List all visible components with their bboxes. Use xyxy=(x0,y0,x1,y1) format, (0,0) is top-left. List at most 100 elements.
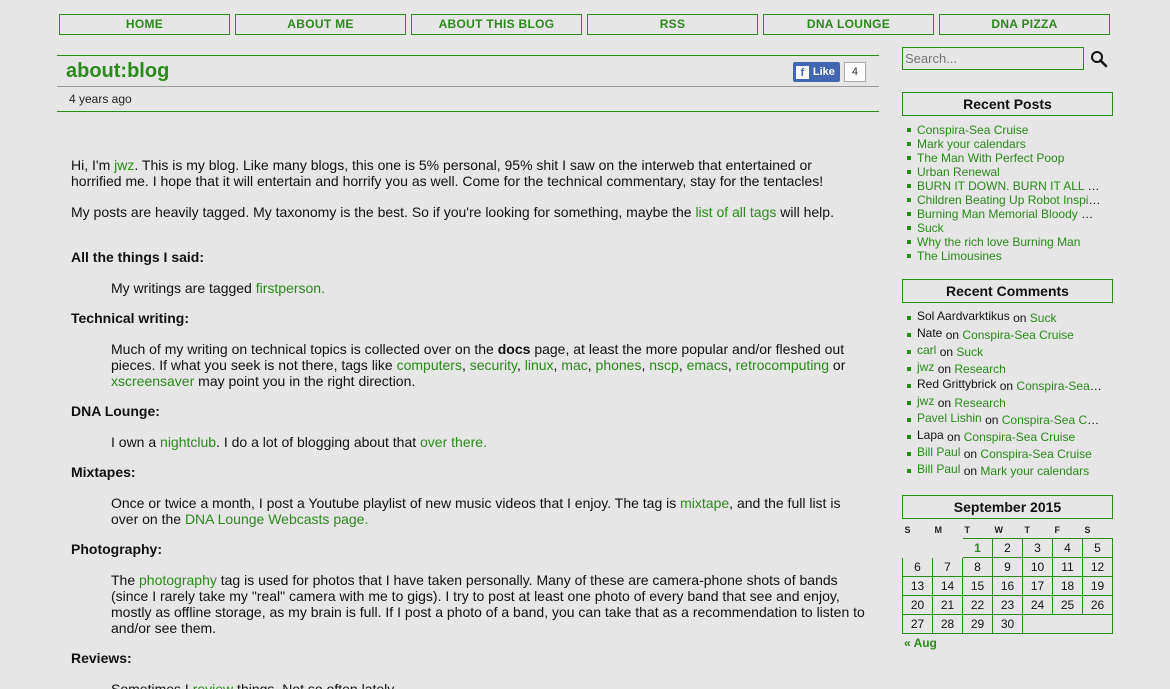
over-there-link[interactable]: over there xyxy=(420,434,483,450)
top-nav: HOME ABOUT ME ABOUT THIS BLOG RSS DNA LO… xyxy=(59,14,1110,35)
search-input[interactable] xyxy=(902,47,1084,70)
section-text-end: . xyxy=(364,511,369,527)
recent-post-link[interactable]: Children Beating Up Robot Inspire New Es… xyxy=(917,193,1103,207)
comment-on-text: on xyxy=(947,430,961,444)
tag-link-nscp[interactable]: nscp xyxy=(649,357,679,373)
calendar-heading: September 2015 xyxy=(902,495,1113,519)
section-text-end: may point you in the right direction. xyxy=(194,373,416,389)
tag-link-computers[interactable]: computers xyxy=(397,357,462,373)
search-box xyxy=(902,47,1113,70)
tag-link-xscreensaver[interactable]: xscreensaver xyxy=(111,373,194,389)
section-text: The xyxy=(111,572,140,588)
calendar-day: 4 xyxy=(1052,537,1083,558)
comment-on-text: on xyxy=(963,464,978,478)
post-title[interactable]: about:blog xyxy=(66,60,169,83)
comment-post-link[interactable]: Research xyxy=(954,396,1005,410)
calendar-day: 15 xyxy=(962,575,993,596)
calendar-day: 5 xyxy=(1082,537,1113,558)
comment-author[interactable]: jwz xyxy=(917,361,934,374)
comment-post-link[interactable]: Conspira-Sea Cruise xyxy=(962,328,1073,342)
section-text-rest: things. Not so often lately. xyxy=(233,681,398,689)
nightclub-link[interactable]: nightclub xyxy=(160,434,216,450)
post-header: about:blog f Like 4 4 years ago xyxy=(57,55,879,112)
recent-post-item: Why the rich love Burning Man xyxy=(907,235,1103,249)
comment-post-link[interactable]: Mark your calendars xyxy=(980,464,1089,478)
tag-link-emacs[interactable]: emacs xyxy=(687,357,728,373)
comment-on-text: on xyxy=(1013,311,1027,325)
recent-comment-item: Pavel Lishin on Conspira-Sea Cruise xyxy=(907,412,1103,429)
comment-post-link[interactable]: Conspira-Sea Cruise xyxy=(1016,379,1103,393)
review-link[interactable]: review xyxy=(193,681,233,689)
webcasts-page-link[interactable]: DNA Lounge Webcasts page xyxy=(185,511,365,527)
nav-home[interactable]: HOME xyxy=(59,14,230,35)
intro-paragraph: Hi, I'm jwz. This is my blog. Like many … xyxy=(71,157,865,189)
recent-post-link[interactable]: Conspira-Sea Cruise xyxy=(917,123,1028,137)
recent-comments-list: Sol Aardvarktikus on Suck Nate on Conspir… xyxy=(907,310,1113,480)
recent-post-link[interactable]: Burning Man Memorial Bloody Mary xyxy=(917,207,1103,221)
docs-label[interactable]: docs xyxy=(498,341,531,357)
sidebar: Recent Posts Conspira-Sea CruiseMark you… xyxy=(902,47,1113,650)
nav-dna-lounge[interactable]: DNA LOUNGE xyxy=(763,14,934,35)
comment-on-text: on xyxy=(945,328,960,342)
calendar-week: 12345 xyxy=(903,537,1113,558)
section-heading-things-i-said: All the things I said: xyxy=(71,249,205,265)
tag-link-retrocomputing[interactable]: retrocomputing xyxy=(736,357,829,373)
tag-link-mac[interactable]: mac xyxy=(561,357,587,373)
main-content: about:blog f Like 4 4 years ago Hi, I'm … xyxy=(57,55,879,689)
comment-author[interactable]: Bill Paul xyxy=(917,446,960,459)
tag-link-linux[interactable]: linux xyxy=(525,357,554,373)
facebook-like-button[interactable]: f Like xyxy=(792,62,840,82)
comment-author[interactable]: carl xyxy=(917,344,936,357)
comment-post-link[interactable]: Conspira-Sea Cruise xyxy=(980,447,1091,461)
section-heading-dna-lounge: DNA Lounge: xyxy=(71,403,160,419)
calendar-prev-month[interactable]: « Aug xyxy=(904,636,1113,650)
mixtape-link[interactable]: mixtape xyxy=(680,495,729,511)
recent-post-link[interactable]: Mark your calendars xyxy=(917,137,1026,151)
tag-link-phones[interactable]: phones xyxy=(596,357,642,373)
jwz-link[interactable]: jwz xyxy=(114,157,134,173)
comment-author[interactable]: jwz xyxy=(917,395,934,408)
section-text: My writings are tagged xyxy=(111,280,256,296)
nav-dna-pizza[interactable]: DNA PIZZA xyxy=(939,14,1110,35)
recent-comment-item: Bill Paul on Conspira-Sea Cruise xyxy=(907,446,1103,463)
comment-author[interactable]: Bill Paul xyxy=(917,463,960,476)
comment-on-text: on xyxy=(937,362,952,376)
recent-post-link[interactable]: BURN IT DOWN. BURN IT ALL DOWN. xyxy=(917,179,1103,193)
nav-about-this-blog[interactable]: ABOUT THIS BLOG xyxy=(411,14,582,35)
comment-author: Lapa xyxy=(917,429,944,442)
calendar-day: 7 xyxy=(932,556,963,577)
intro-text: Hi, I'm xyxy=(71,157,115,173)
calendar-day: 9 xyxy=(992,556,1023,577)
comment-post-link[interactable]: Suck xyxy=(956,345,983,359)
section-technical-writing: Much of my writing on technical topics i… xyxy=(111,341,846,389)
nav-rss[interactable]: RSS xyxy=(587,14,758,35)
firstperson-link[interactable]: firstperson xyxy=(256,280,321,296)
comment-post-link[interactable]: Research xyxy=(954,362,1005,376)
comment-author: Red Grittybrick xyxy=(917,378,997,391)
recent-post-link[interactable]: Suck xyxy=(917,221,944,235)
calendar-day[interactable]: 1 xyxy=(962,537,993,558)
tag-link-security[interactable]: security xyxy=(470,357,517,373)
all-tags-link[interactable]: list of all tags xyxy=(695,204,776,220)
recent-comment-item: jwz on Research xyxy=(907,395,1103,412)
prev-month-link[interactable]: « Aug xyxy=(904,636,937,650)
tags-text-rest: will help. xyxy=(776,204,834,220)
calendar-weekday: M xyxy=(934,525,943,536)
section-heading-mixtapes: Mixtapes: xyxy=(71,464,136,480)
recent-post-item: Suck xyxy=(907,221,1103,235)
comment-author[interactable]: Pavel Lishin xyxy=(917,412,982,425)
calendar-day: 27 xyxy=(902,613,933,634)
nav-about-me[interactable]: ABOUT ME xyxy=(235,14,406,35)
section-reviews: Sometimes I review things. Not so often … xyxy=(111,681,865,689)
comment-post-link[interactable]: Conspira-Sea Cruise xyxy=(1002,413,1103,427)
search-icon[interactable] xyxy=(1090,50,1108,68)
comment-post-link[interactable]: Conspira-Sea Cruise xyxy=(964,430,1075,444)
post-body: Hi, I'm jwz. This is my blog. Like many … xyxy=(57,157,879,689)
recent-post-link[interactable]: Urban Renewal xyxy=(917,165,1000,179)
comment-author: Sol Aardvarktikus xyxy=(917,310,1010,323)
recent-post-link[interactable]: The Man With Perfect Poop xyxy=(917,151,1064,165)
comment-post-link[interactable]: Suck xyxy=(1030,311,1057,325)
recent-post-link[interactable]: The Limousines xyxy=(917,249,1002,263)
photography-link[interactable]: photography xyxy=(139,572,217,588)
recent-post-link[interactable]: Why the rich love Burning Man xyxy=(917,235,1080,249)
